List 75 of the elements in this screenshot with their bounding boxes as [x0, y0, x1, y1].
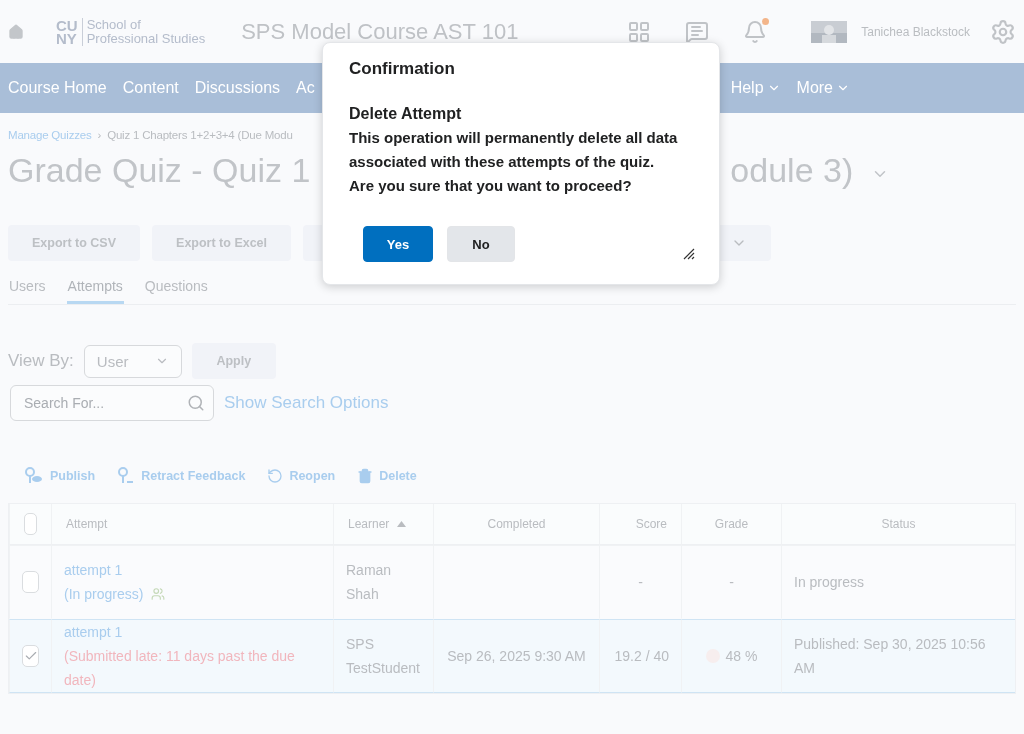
row-checkbox[interactable]	[22, 571, 39, 593]
nav-menu[interactable]: Help	[730, 79, 781, 97]
breadcrumb-current: Quiz 1 Chapters 1+2+3+4 (Due Modu	[107, 129, 293, 141]
column-header[interactable]: Score	[599, 504, 681, 545]
nav-item[interactable]: Ac	[296, 79, 315, 97]
school-logo[interactable]: CU NY School of Professional Studies	[56, 17, 206, 46]
course-title: SPS Model Course AST 101	[241, 18, 520, 45]
column-header[interactable]: Grade	[681, 504, 781, 545]
table-cell: -	[599, 545, 681, 619]
column-header[interactable]: Status	[781, 504, 1015, 545]
column-label: Attempt	[66, 517, 108, 531]
grid-icon[interactable]	[627, 19, 652, 44]
message-icon[interactable]	[685, 19, 710, 44]
dialog-message: This operation will permanently delete all data	[349, 128, 679, 148]
tab[interactable]: Questions	[143, 271, 209, 304]
tab[interactable]: Users	[8, 271, 47, 304]
column-label: Completed	[487, 517, 546, 531]
nav-menu[interactable]: More	[796, 79, 850, 97]
table-cell: Published: Sep 30, 2025 10:56 AM	[781, 619, 1015, 693]
sort-icon	[397, 521, 407, 527]
column-header[interactable]: Attempt	[51, 504, 333, 545]
nav-item[interactable]: Discussions	[194, 79, 281, 97]
breadcrumb-separator: ›	[97, 129, 102, 141]
search-field[interactable]: Search For...	[10, 385, 214, 421]
home-icon[interactable]	[8, 23, 24, 40]
action-button[interactable]: Reopen	[267, 467, 336, 485]
cancel-button[interactable]: No	[447, 226, 515, 262]
table-cell: 19.2 / 40	[599, 619, 681, 693]
search-icon[interactable]	[187, 394, 205, 412]
column-label: Status	[881, 517, 916, 531]
attempt-link[interactable]: attempt 1	[64, 620, 321, 644]
settings-icon[interactable]	[990, 18, 1016, 45]
action-button[interactable]: Delete	[357, 467, 417, 485]
bell-icon[interactable]	[743, 19, 768, 44]
confirm-button[interactable]: Yes	[363, 226, 433, 262]
column-label: Grade	[714, 517, 749, 531]
column-label: Learner	[348, 517, 390, 531]
dialog-message: associated with these attempts of the quiz.	[349, 152, 656, 172]
key-eye-icon	[24, 467, 44, 485]
select-value: User	[96, 352, 129, 370]
nav-item[interactable]: Content	[122, 79, 179, 97]
attempt-link[interactable]: attempt 1	[64, 558, 166, 582]
dialog-title: Confirmation	[349, 59, 456, 79]
people-icon	[151, 587, 166, 601]
row-checkbox[interactable]	[22, 645, 39, 667]
page-title: Grade Quiz - Quiz 1	[8, 150, 311, 190]
view-by-label: View By:	[8, 351, 74, 371]
search-placeholder: Search For...	[24, 395, 105, 411]
page-title: odule 3)	[730, 150, 854, 190]
nav-item[interactable]: Course Home	[8, 79, 107, 97]
column-header[interactable]: Learner	[333, 504, 433, 545]
table-cell: In progress	[781, 545, 1015, 619]
table-cell: SPS TestStudent	[333, 619, 433, 693]
grade: 48 %	[725, 647, 758, 666]
column-label: Score	[635, 517, 667, 531]
grade: -	[729, 573, 734, 592]
view-by-select[interactable]: User	[83, 344, 182, 378]
action-button[interactable]: Retract Feedback	[117, 467, 246, 485]
tab[interactable]: Attempts	[66, 271, 124, 304]
select-all-checkbox[interactable]	[24, 513, 37, 535]
reopen-icon	[267, 468, 284, 484]
user-name[interactable]: Tanichea Blackstock	[861, 24, 970, 39]
breadcrumb-link[interactable]: Manage Quizzes	[8, 129, 92, 141]
dialog-heading: Delete Attempt	[349, 104, 463, 124]
attempt-note: (In progress)	[64, 585, 144, 604]
table-cell: Raman Shah	[333, 545, 433, 619]
key-minus-icon	[117, 467, 136, 485]
column-header[interactable]: Completed	[433, 504, 599, 545]
table-cell: Sep 26, 2025 9:30 AM	[433, 619, 599, 693]
action-button[interactable]: Publish	[24, 467, 96, 485]
search-options-link[interactable]: Show Search Options	[224, 393, 389, 413]
dialog-message: Are you sure that you want to proceed?	[349, 176, 633, 196]
trash-icon	[357, 468, 374, 484]
attempt-note: (Submitted late: 11 days past the due date)	[64, 647, 296, 690]
resize-grip-icon[interactable]	[683, 248, 695, 260]
